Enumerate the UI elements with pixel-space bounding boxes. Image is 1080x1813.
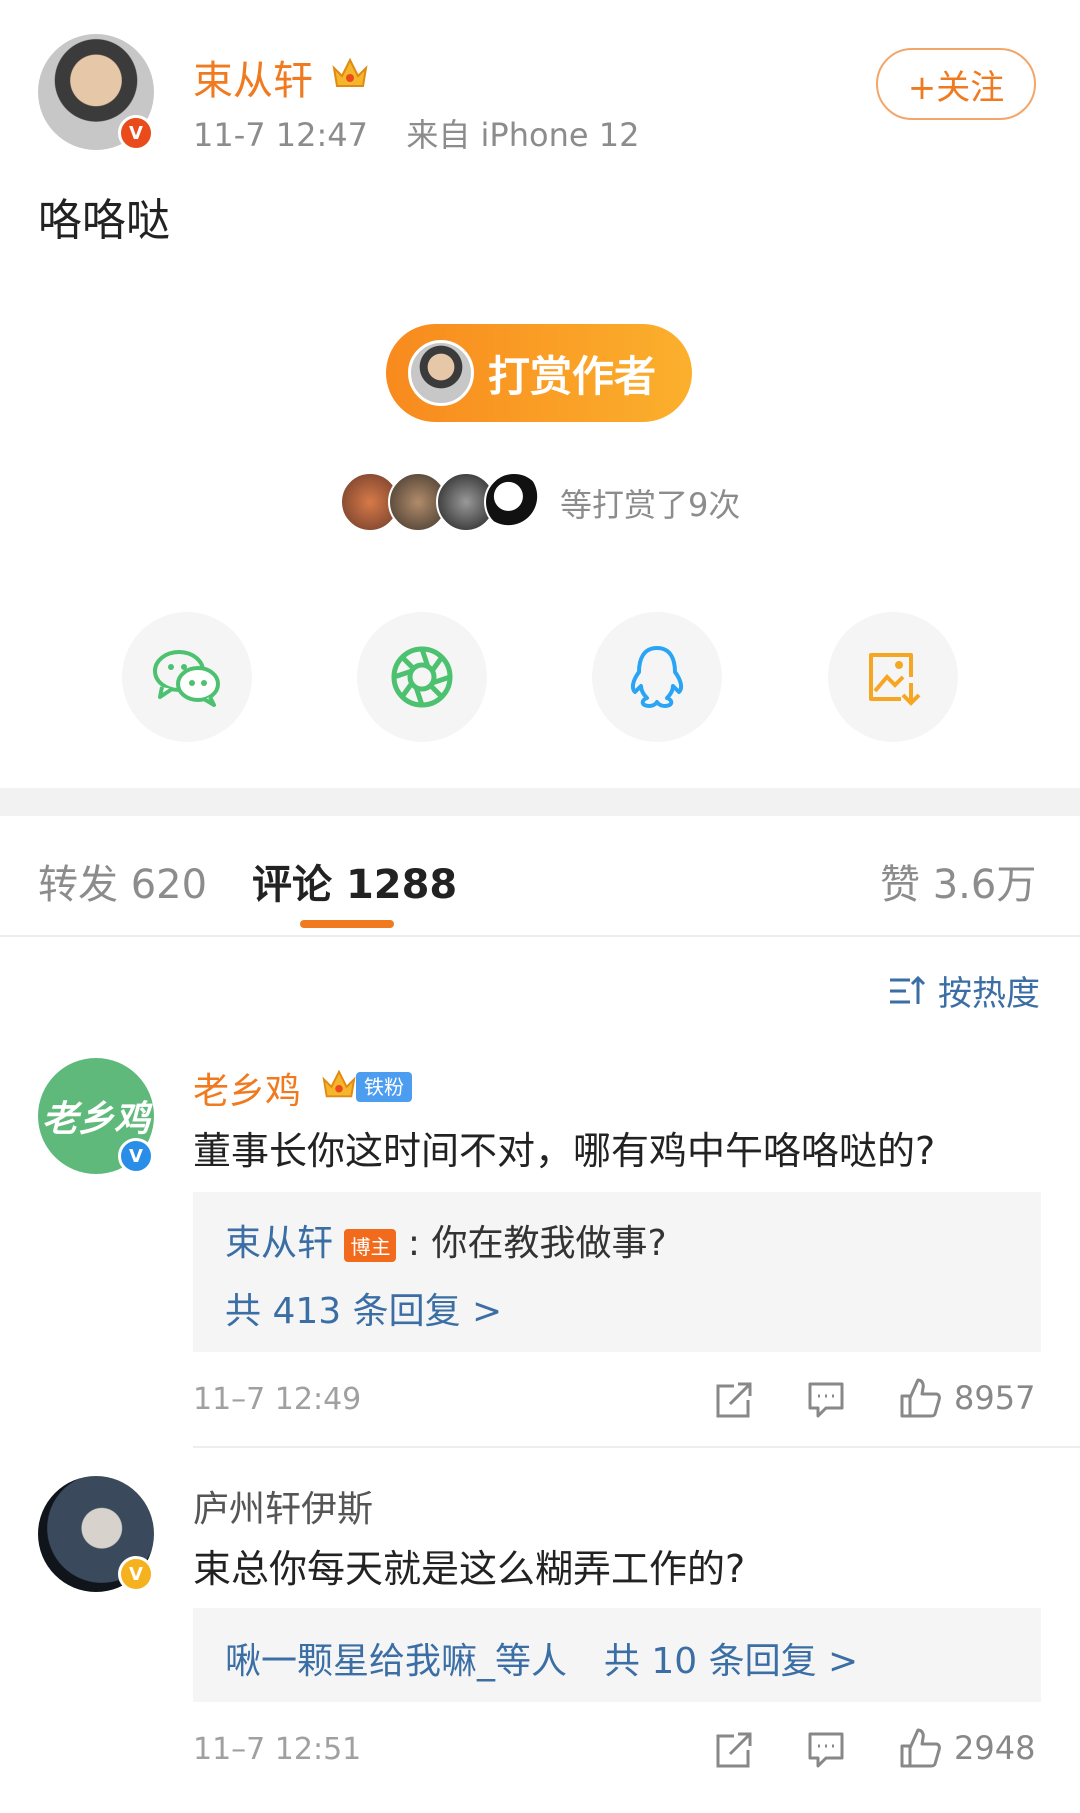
reply-author[interactable]: 束从轩	[225, 1223, 333, 1264]
crown-icon	[330, 54, 370, 92]
tab-like-count: 3.6万	[932, 862, 1037, 908]
verified-badge: V	[118, 1138, 154, 1174]
blogger-tag: 博主	[344, 1228, 397, 1262]
like-button[interactable]: 2948	[898, 1726, 1035, 1770]
follow-button[interactable]: +关注	[876, 48, 1036, 120]
reply-comment-icon[interactable]	[806, 1730, 846, 1770]
verified-badge: V	[118, 115, 154, 151]
share-moments-button[interactable]	[357, 612, 487, 742]
sort-icon	[888, 974, 928, 1008]
like-count: 8957	[954, 1379, 1036, 1417]
supporter-avatar	[484, 472, 544, 532]
tab-repost-label: 转发	[38, 862, 118, 908]
like-button[interactable]: 8957	[898, 1376, 1035, 1420]
repost-comment-icon[interactable]	[714, 1380, 754, 1420]
share-qq-button[interactable]	[592, 612, 722, 742]
tab-repost[interactable]: 转发 620	[38, 852, 207, 910]
comment-text: 董事长你这时间不对，哪有鸡中午咯咯哒的?	[193, 1129, 936, 1173]
fan-badge: 铁粉	[356, 1072, 412, 1102]
wechat-icon	[152, 647, 222, 707]
commenter-name[interactable]: 老乡鸡	[193, 1062, 301, 1114]
author-name[interactable]: 束从轩	[193, 48, 313, 106]
tab-likes[interactable]: 赞 3.6万	[880, 852, 1036, 910]
share-wechat-button[interactable]	[122, 612, 252, 742]
reply-preview[interactable]: 束从轩 博主 : 你在教我做事? 共 413 条回复 >	[193, 1192, 1041, 1352]
active-tab-indicator	[300, 920, 394, 928]
tab-bar-divider	[0, 935, 1080, 937]
tab-comments[interactable]: 评论 1288	[252, 852, 457, 910]
post-source: 来自 iPhone 12	[406, 116, 640, 154]
reply-total-link[interactable]: 共 413 条回复 >	[225, 1282, 502, 1334]
reply-preview[interactable]: 啾一颗星给我嘛_等人 共 10 条回复 >	[193, 1608, 1041, 1702]
reply-author[interactable]: 啾一颗星给我嘛_等人	[225, 1641, 567, 1682]
reward-button[interactable]: 打赏作者	[386, 324, 692, 422]
section-divider	[0, 788, 1080, 816]
tab-repost-count: 620	[130, 862, 208, 908]
tab-like-label: 赞	[880, 862, 920, 908]
like-count: 2948	[954, 1729, 1036, 1767]
commenter-name[interactable]: 庐州轩伊斯	[193, 1480, 373, 1532]
tab-comment-label: 评论	[252, 862, 332, 908]
moments-icon	[390, 645, 454, 709]
qq-icon	[627, 644, 687, 710]
thumbs-up-icon	[898, 1726, 942, 1770]
reward-summary: 等打赏了9次	[560, 486, 741, 524]
reply-text: : 你在教我做事?	[407, 1223, 667, 1264]
tab-comment-count: 1288	[345, 862, 458, 908]
sort-by-hot-button[interactable]: 按热度	[888, 966, 1040, 1015]
sort-label: 按热度	[938, 974, 1040, 1014]
reply-comment-icon[interactable]	[806, 1380, 846, 1420]
comment-divider	[193, 1446, 1080, 1448]
post-content: 咯咯哒	[38, 195, 170, 246]
comment-time: 11–7 12:49	[193, 1382, 362, 1417]
save-image-button[interactable]	[828, 612, 958, 742]
crown-icon	[320, 1066, 358, 1102]
comment-time: 11–7 12:51	[193, 1732, 362, 1767]
reward-supporters[interactable]: 等打赏了9次	[340, 472, 760, 532]
post-timestamp: 11-7 12:47	[193, 116, 369, 154]
thumbs-up-icon	[898, 1376, 942, 1420]
comment-text: 束总你每天就是这么糊弄工作的?	[193, 1547, 746, 1591]
reply-total-link[interactable]: 共 10 条回复 >	[604, 1641, 858, 1682]
reward-author-avatar	[408, 340, 474, 406]
avatar-text: 老乡鸡	[41, 1099, 150, 1140]
repost-comment-icon[interactable]	[714, 1730, 754, 1770]
verified-badge: V	[118, 1556, 154, 1592]
reward-button-label: 打赏作者	[488, 351, 657, 401]
save-image-icon	[863, 647, 923, 707]
